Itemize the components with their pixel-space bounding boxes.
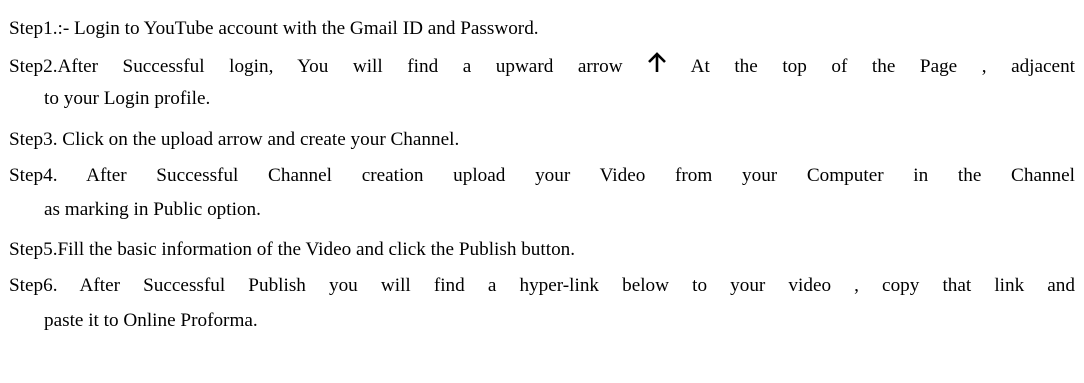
step-2-line-2: to your Login profile.: [44, 88, 211, 109]
step-2-text-after-arrow: At the top of the Page , adjacent: [690, 56, 1075, 77]
step-4-line-2: as marking in Public option.: [44, 199, 261, 220]
step-2-line-1: Step2.After Successful login, You will f…: [9, 52, 1075, 78]
instructions-document: Step1.:- Login to YouTube account with t…: [0, 0, 1084, 383]
step-2-text-before-arrow: Step2.After Successful login, You will f…: [9, 56, 623, 77]
step-3-text: Step3. Click on the upload arrow and cre…: [9, 129, 460, 150]
step-1-text: Step1.:- Login to YouTube account with t…: [9, 18, 539, 39]
step-6-line-2: paste it to Online Proforma.: [44, 310, 258, 331]
step-6-line-1: Step6. After Successful Publish you will…: [9, 275, 1075, 296]
step-5-text: Step5.Fill the basic information of the …: [9, 239, 576, 260]
step-4-line-1: Step4. After Successful Channel creation…: [9, 165, 1075, 186]
upward-arrow-icon: [647, 51, 667, 77]
